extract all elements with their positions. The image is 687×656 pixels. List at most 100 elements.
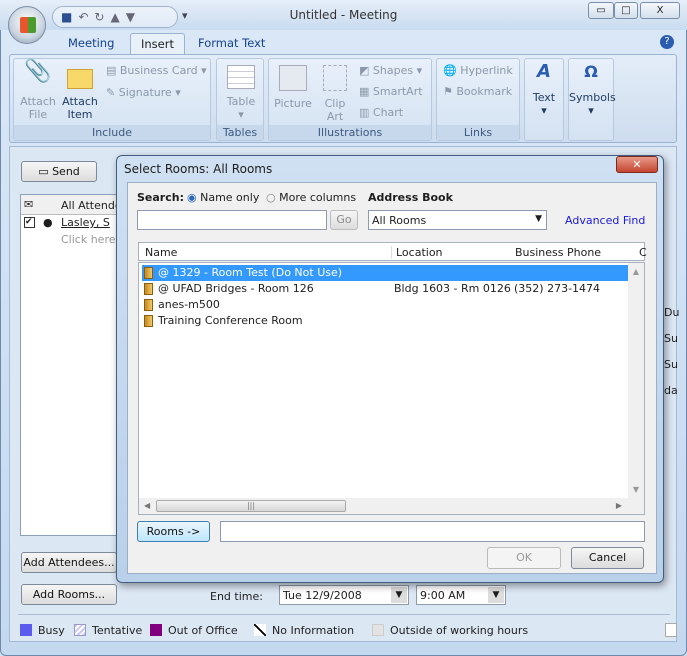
radio-name-only[interactable]: ◉ Name only xyxy=(187,191,259,204)
chevron-down-icon[interactable]: ▼ xyxy=(391,587,407,603)
add-rooms-button[interactable]: Add Rooms... xyxy=(21,584,117,605)
chart-icon: ▥ xyxy=(359,106,373,119)
shapes-button[interactable]: ◩ Shapes ▾ xyxy=(359,64,422,77)
radio-icon[interactable]: ○ xyxy=(266,191,276,204)
picture-icon xyxy=(279,65,307,91)
organizer-icon: ● xyxy=(43,216,53,229)
legend-out-of-office: Out of Office xyxy=(150,624,238,637)
meeting-details-partial: Du Su Su da xyxy=(664,306,680,397)
business-card-icon: ▤ xyxy=(106,64,120,77)
omega-icon: Ω xyxy=(584,62,598,81)
chart-button[interactable]: ▥ Chart xyxy=(359,106,403,119)
paperclip-icon: 📎 xyxy=(24,59,52,84)
symbols-button[interactable]: Ω Symbols ▾ xyxy=(568,58,616,141)
dialog-close-button[interactable]: ✕ xyxy=(616,156,658,173)
search-input[interactable] xyxy=(137,210,327,230)
signature-button[interactable]: ✎ Signature ▾ xyxy=(106,86,181,99)
legend-no-information: No Information xyxy=(254,624,354,637)
list-item[interactable]: anes-m500 xyxy=(142,297,628,313)
rooms-button[interactable]: Rooms -> xyxy=(137,521,210,542)
attach-item-button[interactable]: Attach Item xyxy=(60,65,100,121)
address-book-label: Address Book xyxy=(368,191,453,204)
list-header: Name Location Business Phone C xyxy=(138,242,647,261)
add-attendees-button[interactable]: Add Attendees... xyxy=(21,552,117,573)
list-item[interactable]: Training Conference Room xyxy=(142,313,628,329)
chevron-down-icon[interactable]: ▼ xyxy=(535,214,542,224)
maximize-button[interactable]: □ xyxy=(614,2,638,19)
send-icon: ▭ xyxy=(38,165,53,178)
clip-art-button[interactable]: Clip Art xyxy=(317,65,353,123)
radio-selected-icon[interactable]: ◉ xyxy=(187,191,197,204)
table-button[interactable]: Table ▾ xyxy=(221,65,261,121)
end-date-field[interactable]: Tue 12/9/2008 ▼ xyxy=(279,585,409,605)
window-title: Untitled - Meeting xyxy=(289,8,398,22)
shapes-icon: ◩ xyxy=(359,64,373,77)
legend-tentative: Tentative xyxy=(74,624,142,637)
business-card-button[interactable]: ▤ Business Card ▾ xyxy=(106,64,207,77)
list-item[interactable]: @ UFAD Bridges - Room 126 Bldg 1603 - Rm … xyxy=(142,281,628,297)
room-icon xyxy=(144,299,153,311)
text-icon: A xyxy=(537,61,551,82)
end-time-label: End time: xyxy=(210,590,263,603)
room-icon xyxy=(144,315,153,327)
column-more[interactable]: C xyxy=(639,246,647,259)
group-label: Illustrations xyxy=(269,125,431,140)
attendee-name[interactable]: Lasley, S xyxy=(61,216,110,229)
attach-file-button[interactable]: 📎 Attach File xyxy=(18,59,58,122)
divider xyxy=(18,614,670,615)
rooms-field[interactable] xyxy=(220,521,645,542)
smartart-button[interactable]: ▦ SmartArt xyxy=(359,85,423,98)
close-button[interactable]: X xyxy=(640,2,680,19)
group-label: Include xyxy=(14,125,210,140)
ok-button[interactable]: OK xyxy=(487,547,561,569)
signature-icon: ✎ xyxy=(106,86,119,99)
cancel-button[interactable]: Cancel xyxy=(571,547,644,569)
vertical-scrollbar[interactable]: ▲ ▼ xyxy=(628,263,644,498)
add-attendee-row[interactable]: Click here t xyxy=(61,233,123,246)
radio-more-columns[interactable]: ○ More columns xyxy=(266,191,356,204)
group-tables: Table ▾ Tables xyxy=(216,58,264,141)
bookmark-icon: ⚑ xyxy=(443,85,457,98)
dialog-title: Select Rooms: All Rooms xyxy=(124,162,273,176)
legend-busy: Busy xyxy=(20,624,65,637)
smartart-icon: ▦ xyxy=(359,85,373,98)
scrollbar-thumb[interactable]: ||| xyxy=(156,500,346,512)
group-links: 🌐 Hyperlink ⚑ Bookmark Links xyxy=(436,58,520,141)
column-name[interactable]: Name xyxy=(145,246,177,259)
help-icon[interactable]: ? xyxy=(660,35,674,49)
room-icon xyxy=(144,283,153,295)
clip-art-icon xyxy=(323,65,347,91)
legend-outside-working-hours: Outside of working hours xyxy=(372,624,528,637)
tab-format-text[interactable]: Format Text xyxy=(188,33,275,55)
picture-button[interactable]: Picture xyxy=(273,65,313,110)
tab-insert[interactable]: Insert xyxy=(130,33,185,55)
end-time-field[interactable]: 9:00 AM ▼ xyxy=(416,585,506,605)
list-item[interactable]: @ 1329 - Room Test (Do Not Use) xyxy=(142,265,628,281)
column-business-phone[interactable]: Business Phone xyxy=(515,246,601,259)
bookmark-button[interactable]: ⚑ Bookmark xyxy=(443,85,512,98)
text-button[interactable]: A Text ▾ xyxy=(524,58,564,141)
group-label: Links xyxy=(437,125,519,140)
address-book-dropdown[interactable]: All Rooms ▼ xyxy=(368,210,547,230)
hyperlink-button[interactable]: 🌐 Hyperlink xyxy=(443,64,513,77)
advanced-find-link[interactable]: Advanced Find xyxy=(565,214,645,227)
envelope-icon xyxy=(67,69,93,89)
hyperlink-icon: 🌐 xyxy=(443,64,461,77)
group-illustrations: Picture Clip Art ◩ Shapes ▾ ▦ SmartArt ▥… xyxy=(268,58,432,141)
group-label: Tables xyxy=(217,125,263,140)
search-label: Search: xyxy=(137,191,184,204)
column-location[interactable]: Location xyxy=(391,246,443,259)
group-include: 📎 Attach File Attach Item ▤ Business Card… xyxy=(13,58,211,141)
room-icon xyxy=(144,267,153,279)
table-icon xyxy=(227,65,255,89)
attendee-checkbox[interactable]: ✔ xyxy=(24,217,35,228)
chevron-down-icon[interactable]: ▼ xyxy=(488,587,504,603)
minimize-button[interactable]: ▭ xyxy=(588,2,614,19)
rooms-list: @ 1329 - Room Test (Do Not Use) @ UFAD B… xyxy=(138,262,645,515)
response-icon: ✉ xyxy=(24,198,34,211)
send-button[interactable]: ▭ Send xyxy=(21,161,97,182)
horizontal-scrollbar[interactable]: ◀ ||| ▶ xyxy=(139,498,644,514)
options-checkbox[interactable] xyxy=(665,623,677,637)
go-button[interactable]: Go xyxy=(330,210,358,230)
tab-meeting[interactable]: Meeting xyxy=(58,33,124,55)
